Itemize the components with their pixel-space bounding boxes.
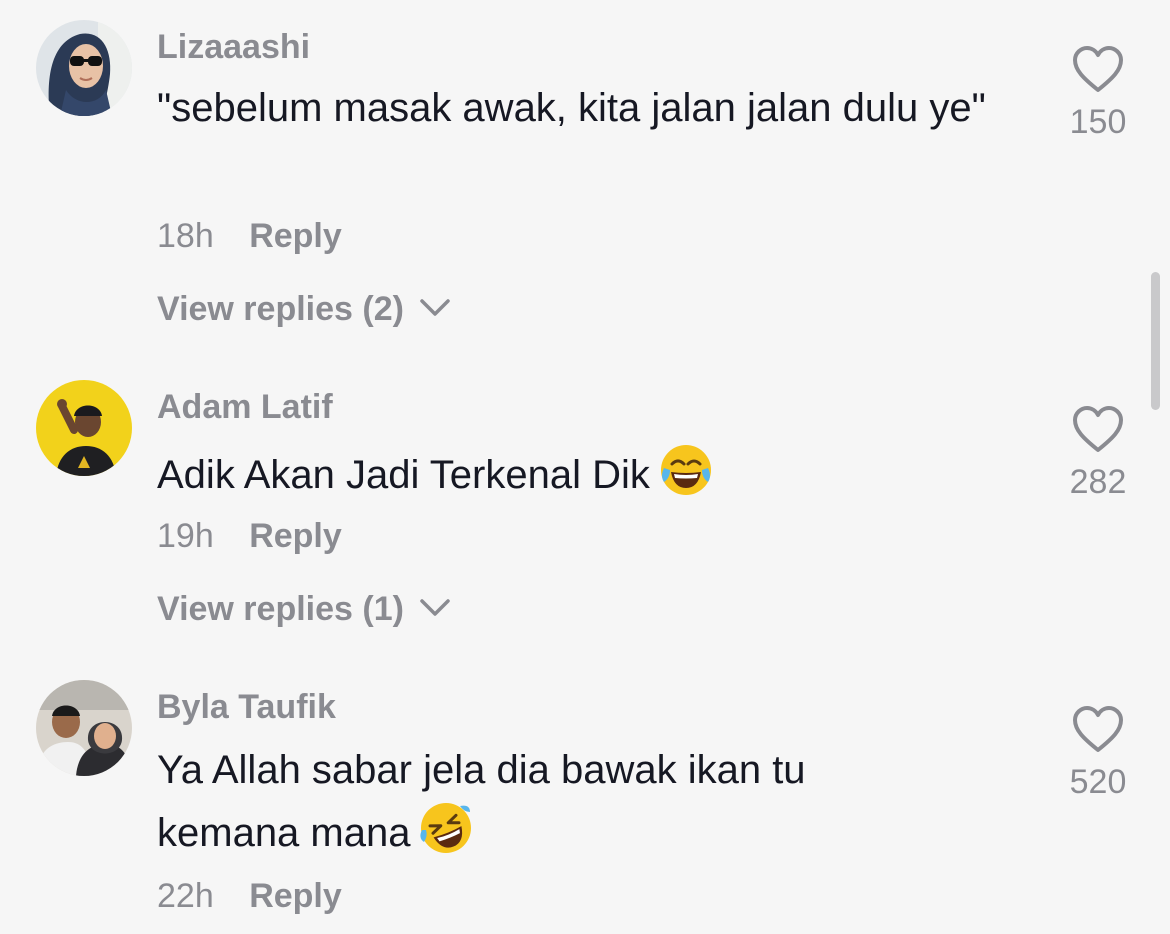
comment-text: "sebelum masak awak, kita jalan jalan du…: [157, 86, 986, 130]
view-replies-label: View replies (2): [157, 290, 404, 328]
comment-text: Ya Allah sabar jela dia bawak ikan tu ke…: [157, 740, 917, 863]
avatar[interactable]: [36, 680, 132, 776]
view-replies-button[interactable]: View replies (2): [157, 289, 451, 329]
chevron-down-icon: [420, 299, 451, 316]
comment-username[interactable]: Adam Latif: [157, 387, 333, 427]
view-replies-label: View replies (1): [157, 590, 404, 628]
reply-button[interactable]: Reply: [249, 516, 342, 556]
comment-item: Adam Latif Adik Akan Jadi Terkenal Dik 1…: [0, 360, 1170, 650]
rolling-on-the-floor-laughing-icon: [420, 803, 472, 853]
heart-outline-icon: [1073, 406, 1123, 452]
comment-item: Byla Taufik Ya Allah sabar jela dia bawa…: [0, 660, 1170, 934]
comment-meta: 22h Reply: [157, 876, 342, 916]
comment-meta: 19h Reply: [157, 516, 342, 556]
heart-outline-icon: [1073, 46, 1123, 92]
comment-timestamp: 18h: [157, 217, 214, 255]
comment-meta: 18h Reply: [157, 216, 342, 256]
scrollbar[interactable]: [1151, 272, 1160, 410]
like-count: 150: [1069, 103, 1127, 141]
reply-button[interactable]: Reply: [249, 216, 342, 256]
face-with-tears-of-joy-icon: [660, 445, 711, 495]
like-count: 282: [1069, 463, 1127, 501]
comment-text: Adik Akan Jadi Terkenal Dik: [157, 442, 1017, 505]
comment-item: Lizaaashi "sebelum masak awak, kita jala…: [0, 0, 1170, 340]
like-button[interactable]: 150: [1058, 44, 1138, 142]
like-count: 520: [1069, 763, 1127, 801]
chevron-down-icon: [420, 599, 451, 616]
comment-text-content: Ya Allah sabar jela dia bawak ikan tu ke…: [157, 748, 806, 855]
view-replies-button[interactable]: View replies (1): [157, 589, 451, 629]
comment-timestamp: 19h: [157, 517, 214, 555]
like-button[interactable]: 282: [1058, 404, 1138, 502]
avatar[interactable]: [36, 20, 132, 116]
comment-timestamp: 22h: [157, 877, 214, 915]
like-button[interactable]: 520: [1058, 704, 1138, 802]
reply-button[interactable]: Reply: [249, 876, 342, 916]
comment-username[interactable]: Byla Taufik: [157, 687, 336, 727]
heart-outline-icon: [1073, 706, 1123, 752]
comment-text-content: Adik Akan Jadi Terkenal Dik: [157, 453, 650, 497]
avatar[interactable]: [36, 380, 132, 476]
comment-username[interactable]: Lizaaashi: [157, 27, 310, 67]
